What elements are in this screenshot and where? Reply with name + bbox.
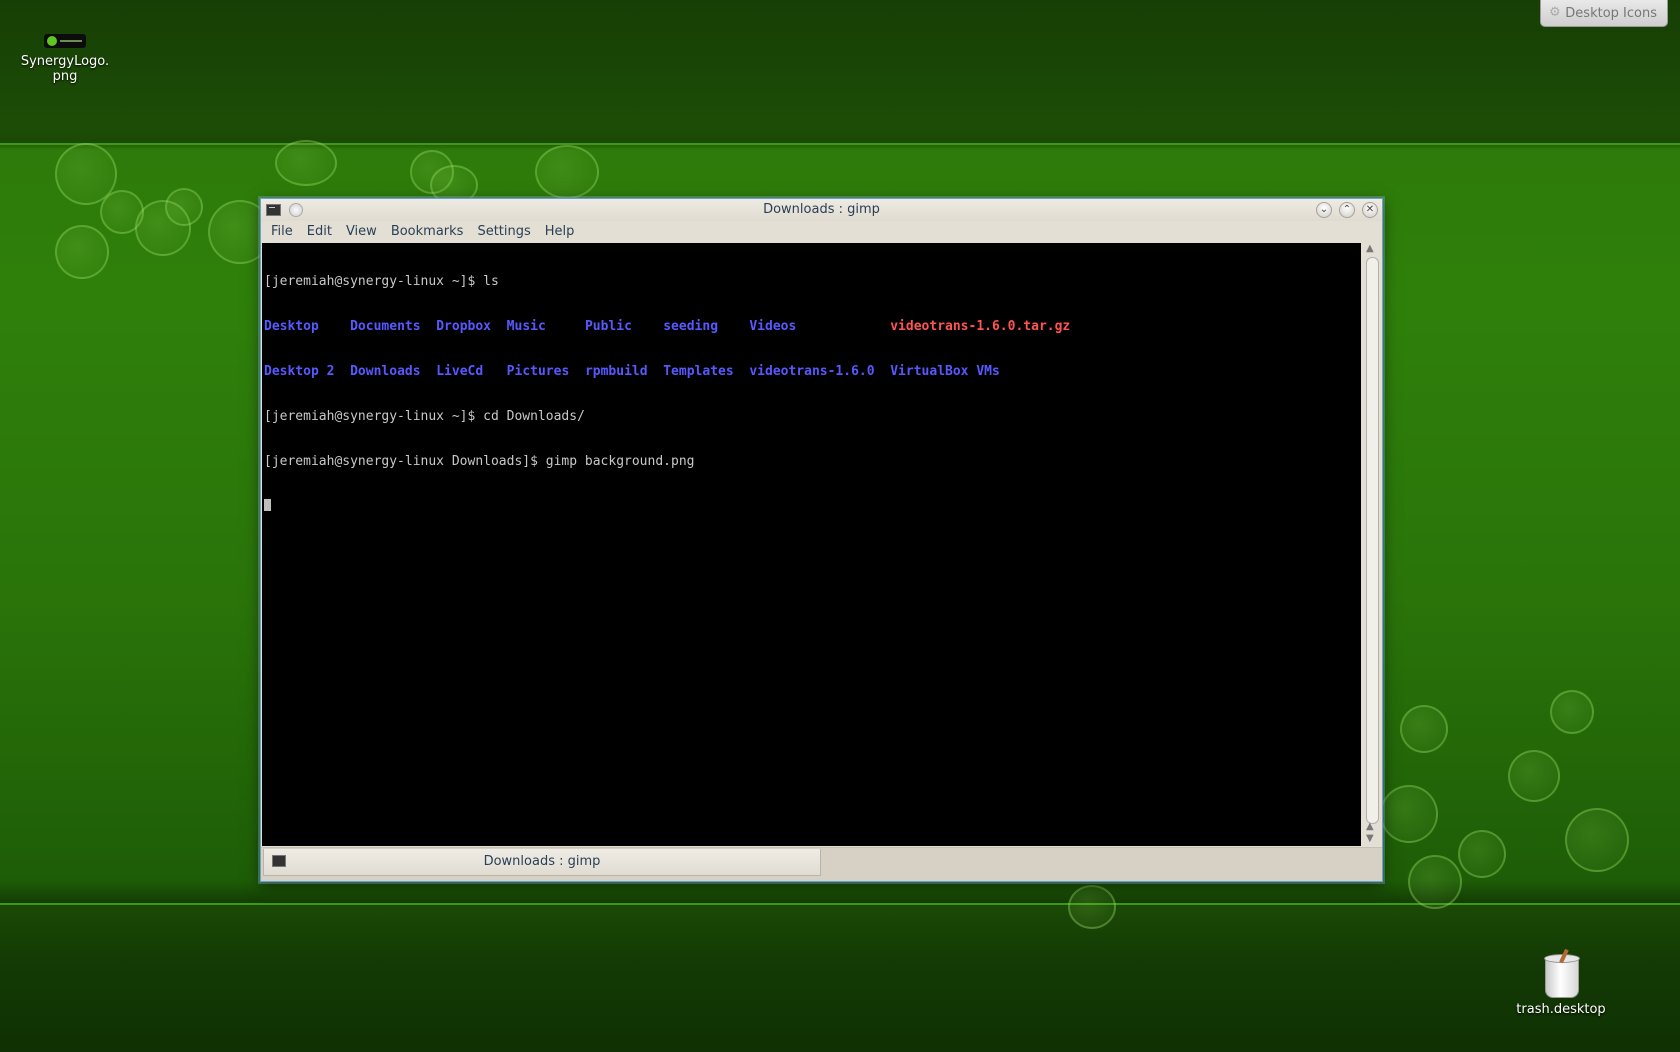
- bubble-decoration: [535, 145, 599, 199]
- bubble-decoration: [1400, 705, 1448, 753]
- ls-entry: Documents: [350, 319, 421, 334]
- ls-entry: rpmbuild: [584, 364, 648, 379]
- minimize-button[interactable]: ⌄: [1316, 202, 1332, 218]
- trash-icon: [1544, 948, 1580, 998]
- desktop-icon-synergylogo[interactable]: SynergyLogo. png: [10, 34, 120, 84]
- gear-icon: ⚙: [1549, 5, 1561, 20]
- ls-entry: Music: [506, 319, 546, 334]
- menu-help[interactable]: Help: [538, 221, 582, 243]
- ls-entry: seeding: [663, 319, 719, 334]
- scroll-up-icon[interactable]: ▲: [1366, 821, 1374, 832]
- tab-bar: Downloads : gimp: [261, 847, 1382, 881]
- tab-label: Downloads : gimp: [483, 854, 601, 869]
- image-file-icon: [44, 34, 86, 48]
- bubble-decoration: [1068, 885, 1116, 929]
- ls-entry: Templates: [663, 364, 734, 379]
- ls-entry: videotrans-1.6.0: [749, 364, 875, 379]
- menu-bookmarks[interactable]: Bookmarks: [384, 221, 471, 243]
- desktop-icon-label: trash.desktop: [1516, 1002, 1606, 1017]
- ls-entry: Pictures: [506, 364, 570, 379]
- desktop-icons-button[interactable]: ⚙ Desktop Icons: [1540, 0, 1668, 27]
- desktop-icons-label: Desktop Icons: [1565, 5, 1657, 21]
- ls-entry: VirtualBox VMs: [890, 364, 1000, 379]
- desktop-top-band: [0, 0, 1680, 145]
- ls-output-row: Desktop 2 Downloads LiveCd Pictures rpmb…: [264, 364, 1359, 379]
- bubble-decoration: [275, 140, 337, 186]
- konsole-window[interactable]: Downloads : gimp ⌄ ⌃ ✕ File Edit View Bookm…: [260, 198, 1383, 882]
- desktop-bottom-band: [0, 903, 1680, 1052]
- bubble-decoration: [1458, 830, 1506, 878]
- ls-entry: Downloads: [350, 364, 421, 379]
- vertical-scrollbar[interactable]: ▲ ▲ ▼: [1363, 243, 1381, 846]
- ls-entry: Videos: [749, 319, 797, 334]
- terminal-output[interactable]: [jeremiah@synergy-linux ~]$ ls Desktop D…: [262, 243, 1361, 846]
- bubble-decoration: [1508, 750, 1560, 802]
- scrollbar-thumb[interactable]: [1366, 257, 1379, 824]
- terminal-cursor: [264, 499, 271, 511]
- ls-entry: videotrans-1.6.0.tar.gz: [890, 319, 1071, 334]
- ls-entry: Desktop: [264, 319, 319, 334]
- maximize-button[interactable]: ⌃: [1339, 202, 1355, 218]
- ls-entry: Dropbox: [436, 319, 492, 334]
- menu-settings[interactable]: Settings: [470, 221, 537, 243]
- tab-downloads-gimp[interactable]: Downloads : gimp: [263, 849, 821, 876]
- scroll-up-icon[interactable]: ▲: [1366, 243, 1374, 254]
- bubble-decoration: [1380, 785, 1438, 843]
- bubble-decoration: [1550, 690, 1594, 734]
- bubble-decoration: [55, 225, 109, 279]
- window-title: Downloads : gimp: [763, 202, 880, 217]
- scroll-down-icon[interactable]: ▼: [1366, 833, 1374, 844]
- desktop-icon-label: SynergyLogo. png: [20, 54, 110, 84]
- bubble-decoration: [1565, 808, 1629, 872]
- ls-entry: LiveCd: [436, 364, 484, 379]
- ls-entry: Public: [584, 319, 632, 334]
- terminal-app-icon[interactable]: [266, 204, 281, 216]
- close-button[interactable]: ✕: [1362, 202, 1378, 218]
- menu-file[interactable]: File: [261, 221, 300, 243]
- bubble-decoration: [1408, 855, 1462, 909]
- desktop-icon-trash[interactable]: trash.desktop: [1506, 948, 1616, 1017]
- terminal-line: [jeremiah@synergy-linux ~]$ cd Downloads…: [264, 409, 585, 424]
- menu-view[interactable]: View: [339, 221, 384, 243]
- pin-icon[interactable]: [289, 203, 303, 217]
- terminal-line: [jeremiah@synergy-linux ~]$ ls: [264, 274, 499, 289]
- ls-entry: Desktop 2: [264, 364, 335, 379]
- ls-output-row: Desktop Documents Dropbox Music Public s…: [264, 319, 1359, 334]
- window-titlebar[interactable]: Downloads : gimp ⌄ ⌃ ✕: [261, 199, 1382, 221]
- bubble-decoration: [165, 188, 203, 226]
- terminal-line: [jeremiah@synergy-linux Downloads]$ gimp…: [264, 454, 695, 469]
- menubar: File Edit View Bookmarks Settings Help: [261, 221, 1382, 243]
- menu-edit[interactable]: Edit: [300, 221, 339, 243]
- terminal-tab-icon: [272, 855, 286, 867]
